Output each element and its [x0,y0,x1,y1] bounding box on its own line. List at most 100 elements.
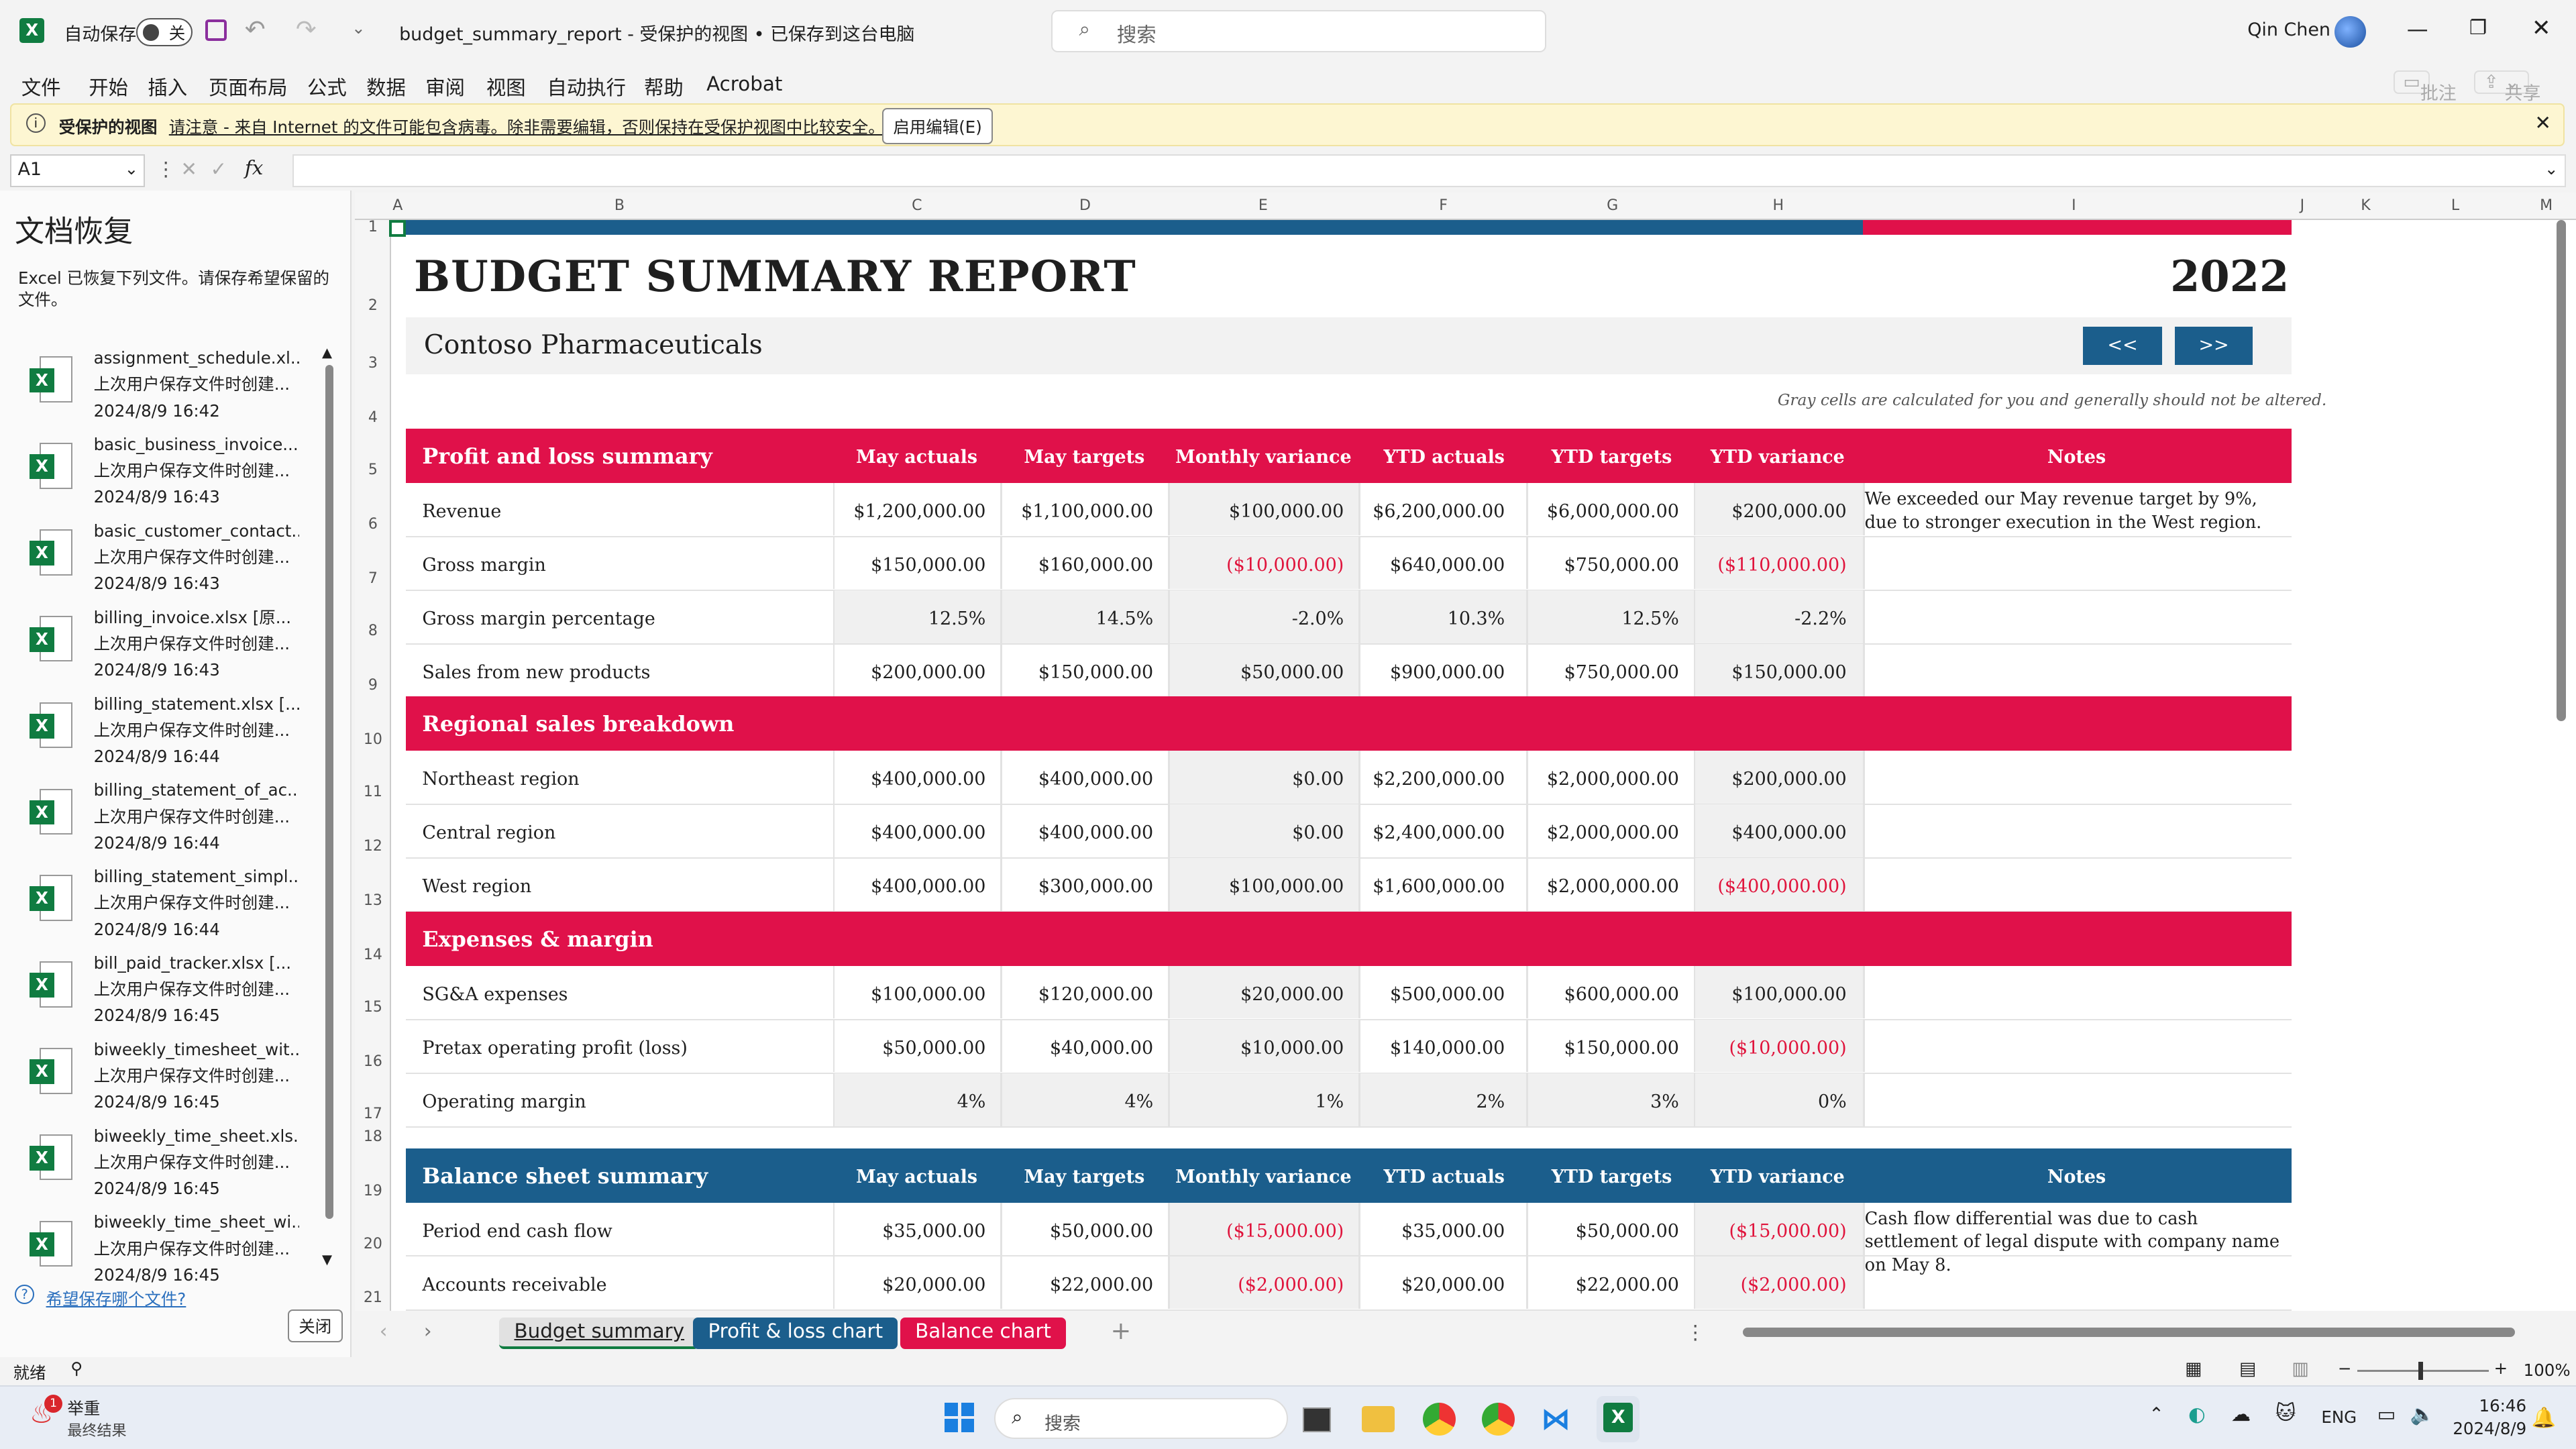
value-cell[interactable]: $50,000.00 [1050,1221,1153,1242]
value-cell[interactable]: $600,000.00 [1564,984,1679,1005]
recovery-file-item[interactable]: Xbasic_customer_contact... 上次用户保存文件时创建...… [16,518,312,603]
recovery-file-item[interactable]: Xbilling_statement.xlsx [... 上次用户保存文件时创建.… [16,691,312,776]
row-header[interactable]: 1 [355,219,391,235]
tab-balance-chart[interactable]: Balance chart [900,1318,1066,1349]
row-header[interactable]: 5 [355,462,391,478]
volume-icon[interactable]: 🔈 [2410,1403,2435,1426]
value-cell[interactable]: $150,000.00 [1038,662,1153,683]
accessibility-icon[interactable]: ⚲ [70,1358,83,1378]
column-header[interactable]: L [2451,197,2459,214]
column-header[interactable]: E [1258,197,1268,214]
table-row[interactable]: Sales from new products $200,000.00 $150,0… [405,644,2292,699]
next-sheet-icon[interactable]: › [424,1320,432,1342]
row-header[interactable]: 7 [355,570,391,587]
column-header[interactable]: F [1439,197,1448,214]
value-cell[interactable]: $1,200,000.00 [853,501,985,522]
row-header[interactable]: 3 [355,355,391,372]
value-cell[interactable]: $100,000.00 [1229,876,1344,897]
table-row[interactable]: Revenue $1,200,000.00 $1,100,000.00 $100,00… [405,483,2292,537]
value-cell[interactable]: $500,000.00 [1390,984,1505,1005]
value-cell[interactable]: $100,000.00 [871,984,985,1005]
tab-budget-summary[interactable]: Budget summary [499,1318,700,1349]
minimize-icon[interactable]: — [2407,16,2428,42]
table-row[interactable]: West region $400,000.00 $300,000.00 $100,00… [405,858,2292,913]
comments-button[interactable]: ▭ 批注 [2394,70,2457,104]
prev-sheet-icon[interactable]: ‹ [380,1320,388,1342]
table-row[interactable]: Central region $400,000.00 $400,000.00 $0.0… [405,804,2292,859]
redo-icon[interactable]: ↷ [296,15,317,44]
chrome-profile-icon[interactable] [1481,1402,1515,1436]
table-row[interactable]: Gross margin percentage 12.5% 14.5% -2.0% 10… [405,590,2292,645]
value-cell[interactable]: 12.5% [928,608,986,629]
value-cell[interactable]: 4% [1124,1091,1153,1112]
tab-data[interactable]: 数据 [366,72,406,101]
row-header[interactable]: 10 [355,731,391,748]
recovery-file-item[interactable]: Xbilling_statement_simpl... 上次用户保存文件时创建..… [16,863,312,949]
vscode-icon[interactable]: ⋈ [1541,1403,1574,1436]
row-header[interactable]: 6 [355,516,391,533]
close-icon[interactable]: ✕ [2534,111,2551,134]
value-cell[interactable]: $35,000.00 [1401,1221,1505,1242]
windows-start-icon[interactable] [945,1402,975,1433]
avatar[interactable] [2334,16,2366,48]
value-cell[interactable]: $6,200,000.00 [1373,501,1505,522]
tab-options-icon[interactable]: ⋮ [1686,1321,1705,1344]
table-row[interactable]: Northeast region $400,000.00 $400,000.00 $0… [405,751,2292,805]
table-row[interactable]: Period end cash flow $35,000.00 $50,000.00… [405,1202,2292,1275]
onedrive-icon[interactable]: ☁ [2231,1403,2251,1426]
tab-file[interactable]: 文件 [21,72,61,101]
table-row[interactable]: Accounts receivable $20,000.00 $22,000.00 (… [405,1256,2292,1311]
row-header[interactable]: 17 [355,1106,391,1122]
value-cell[interactable]: $400,000.00 [1038,769,1153,790]
row-header[interactable]: 4 [355,409,391,426]
widget-title[interactable]: 举重 [67,1396,100,1419]
zoom-in-icon[interactable]: + [2494,1358,2508,1378]
table-row[interactable]: Operating margin 4% 4% 1% 2% 3% 0% [405,1073,2292,1128]
tab-help[interactable]: 帮助 [644,72,684,101]
clock-time[interactable]: 16:46 [2479,1396,2527,1415]
value-cell[interactable]: $200,000.00 [1731,769,1846,790]
row-header[interactable]: 12 [355,838,391,855]
value-cell[interactable]: $100,000.00 [1229,501,1344,522]
row-header[interactable]: 13 [355,892,391,909]
value-cell[interactable]: $750,000.00 [1564,662,1679,683]
value-cell[interactable]: $160,000.00 [1038,555,1153,576]
value-cell[interactable]: $35,000.00 [882,1221,985,1242]
enable-editing-button[interactable]: 启用编辑(E) [881,108,994,144]
tab-profit-loss-chart[interactable]: Profit & loss chart [693,1318,898,1349]
save-icon[interactable] [205,19,227,42]
tab-view[interactable]: 视图 [486,72,526,101]
value-cell[interactable]: $20,000.00 [1240,984,1344,1005]
value-cell[interactable]: 3% [1650,1091,1679,1112]
clock-date[interactable]: 2024/8/9 [2453,1419,2526,1438]
row-header[interactable]: 11 [355,784,391,800]
share-button[interactable]: ⇪ 共享 ⌄ [2474,70,2540,104]
value-cell[interactable]: 1% [1316,1091,1344,1112]
value-cell[interactable]: $750,000.00 [1564,555,1679,576]
tab-home[interactable]: 开始 [89,72,128,101]
expand-formula-icon[interactable]: ⌄ [2544,159,2559,178]
table-row[interactable]: Gross margin $150,000.00 $160,000.00 ($10,0… [405,537,2292,591]
more-icon[interactable]: ⋮ [156,158,176,180]
tab-review[interactable]: 审阅 [425,72,465,101]
note-cell[interactable]: We exceeded our May revenue target by 9%… [1865,488,2284,534]
file-explorer-icon[interactable] [1362,1405,1395,1433]
recovery-file-item[interactable]: Xbill_paid_tracker.xlsx [... 上次用户保存文件时创建.… [16,950,312,1035]
row-header[interactable]: 21 [355,1289,391,1306]
value-cell[interactable]: $640,000.00 [1390,555,1505,576]
undo-icon[interactable]: ↶ [245,15,266,44]
recovery-file-item[interactable]: Xbiweekly_timesheet_wit... 上次用户保存文件时创建...… [16,1036,312,1122]
excel-taskbar-button[interactable]: X [1597,1396,1640,1442]
value-cell[interactable]: ($15,000.00) [1226,1221,1344,1242]
row-header[interactable]: 18 [355,1128,391,1145]
value-cell[interactable]: ($2,000.00) [1238,1275,1344,1295]
restore-icon[interactable]: ❐ [2469,16,2487,39]
column-header[interactable]: G [1607,197,1618,214]
document-title[interactable]: budget_summary_report - 受保护的视图 • 已保存到这台电… [399,19,914,46]
value-cell[interactable]: ($2,000.00) [1741,1275,1847,1295]
close-window-icon[interactable]: ✕ [2532,15,2551,42]
row-header[interactable]: 16 [355,1053,391,1070]
value-cell[interactable]: $200,000.00 [871,662,985,683]
vertical-scrollbar[interactable] [2553,220,2569,1311]
cancel-icon[interactable]: ✕ [180,158,197,180]
